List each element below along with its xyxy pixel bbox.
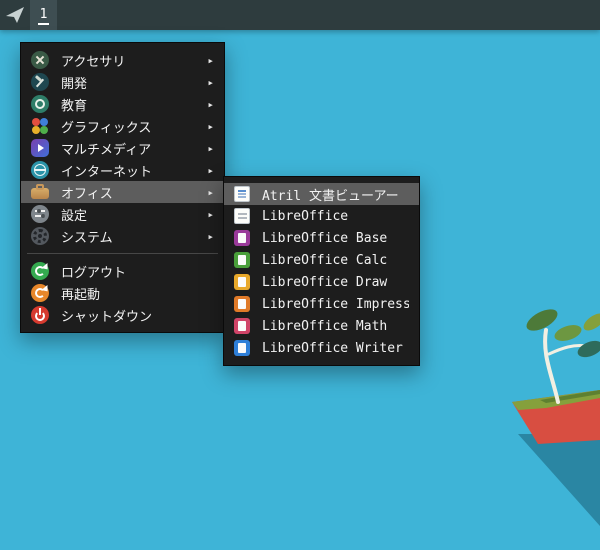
menu-item-development[interactable]: 開発 ▸: [21, 71, 224, 93]
reboot-icon: [31, 284, 49, 302]
submenu-arrow-icon: ▸: [207, 229, 214, 243]
menu-item-settings[interactable]: 設定 ▸: [21, 203, 224, 225]
development-icon: [31, 73, 49, 91]
menu-item-office[interactable]: オフィス ▸: [21, 181, 224, 203]
graphics-icon: [31, 117, 49, 135]
menu-item-label: 設定: [61, 208, 88, 224]
atril-document-viewer-icon: [234, 186, 250, 202]
submenu-item-libreoffice-writer[interactable]: LibreOffice Writer: [224, 337, 419, 359]
tree-trunk: [543, 328, 560, 404]
menu-item-label: 再起動: [61, 287, 101, 303]
menu-item-reboot[interactable]: 再起動: [21, 282, 224, 304]
settings-icon: [31, 205, 49, 223]
app-launcher-button[interactable]: [0, 0, 30, 30]
menu-item-logout[interactable]: ログアウト: [21, 260, 224, 282]
paper-plane-icon: [6, 7, 24, 23]
submenu-item-libreoffice-calc[interactable]: LibreOffice Calc: [224, 249, 419, 271]
menu-item-label: インターネット: [61, 164, 153, 180]
libreoffice-math-icon: [234, 318, 250, 334]
submenu-arrow-icon: ▸: [207, 163, 214, 177]
submenu-item-libreoffice-draw[interactable]: LibreOffice Draw: [224, 271, 419, 293]
submenu-item-label: LibreOffice Draw: [262, 274, 388, 290]
menu-item-label: マルチメディア: [61, 142, 152, 158]
tree-leaf: [577, 340, 600, 358]
island-grass-shade: [540, 390, 600, 403]
internet-icon: [31, 161, 49, 179]
menu-item-label: システム: [61, 230, 113, 246]
submenu-item-atril-document-viewer[interactable]: Atril 文書ビューアー: [224, 183, 419, 205]
menu-item-accessories[interactable]: アクセサリ ▸: [21, 49, 224, 71]
menu-item-system[interactable]: システム ▸: [21, 225, 224, 247]
office-submenu: Atril 文書ビューアー LibreOffice LibreOffice Ba…: [223, 176, 420, 366]
menu-item-label: オフィス: [61, 186, 113, 202]
menu-item-graphics[interactable]: グラフィックス ▸: [21, 115, 224, 137]
libreoffice-writer-icon: [234, 340, 250, 356]
workspace-1-button[interactable]: 1: [30, 0, 57, 30]
applications-menu: アクセサリ ▸ 開発 ▸ 教育 ▸ グラフィックス ▸ マルチメディア ▸ イン…: [20, 42, 225, 333]
submenu-arrow-icon: ▸: [207, 185, 214, 199]
submenu-item-label: LibreOffice Calc: [262, 252, 388, 268]
office-icon: [31, 183, 49, 201]
submenu-item-label: LibreOffice Impress: [262, 296, 409, 312]
menu-item-label: ログアウト: [61, 265, 127, 281]
submenu-arrow-icon: ▸: [207, 141, 214, 155]
libreoffice-impress-icon: [234, 296, 250, 312]
workspace-label: 1: [37, 6, 50, 25]
menu-separator: [27, 253, 218, 254]
island-grass: [512, 390, 600, 410]
menu-item-internet[interactable]: インターネット ▸: [21, 159, 224, 181]
island-shadow: [518, 434, 600, 526]
shutdown-icon: [31, 306, 49, 324]
menu-item-education[interactable]: 教育 ▸: [21, 93, 224, 115]
tree-leaf: [554, 325, 582, 341]
menu-item-label: グラフィックス: [61, 120, 152, 136]
submenu-item-label: LibreOffice Base: [262, 230, 388, 246]
menu-item-label: シャットダウン: [61, 309, 153, 325]
submenu-item-label: LibreOffice: [262, 208, 349, 224]
menu-item-label: 教育: [61, 98, 88, 114]
tree-leaf: [583, 313, 600, 331]
submenu-item-libreoffice-impress[interactable]: LibreOffice Impress: [224, 293, 419, 315]
submenu-arrow-icon: ▸: [207, 53, 214, 67]
tree-branch: [547, 344, 588, 356]
submenu-item-label: LibreOffice Math: [262, 318, 388, 334]
submenu-item-label: Atril 文書ビューアー: [262, 188, 399, 204]
tree-leaf: [526, 309, 558, 331]
submenu-arrow-icon: ▸: [207, 207, 214, 221]
submenu-arrow-icon: ▸: [207, 97, 214, 111]
libreoffice-base-icon: [234, 230, 250, 246]
submenu-item-libreoffice-base[interactable]: LibreOffice Base: [224, 227, 419, 249]
submenu-item-libreoffice-math[interactable]: LibreOffice Math: [224, 315, 419, 337]
submenu-arrow-icon: ▸: [207, 75, 214, 89]
menu-item-shutdown[interactable]: シャットダウン: [21, 304, 224, 326]
island-rock: [512, 390, 600, 444]
submenu-arrow-icon: ▸: [207, 119, 214, 133]
libreoffice-icon: [234, 208, 250, 224]
submenu-item-label: LibreOffice Writer: [262, 340, 403, 356]
libreoffice-draw-icon: [234, 274, 250, 290]
multimedia-icon: [31, 139, 49, 157]
system-icon: [31, 227, 49, 245]
logout-icon: [31, 262, 49, 280]
submenu-item-libreoffice[interactable]: LibreOffice: [224, 205, 419, 227]
libreoffice-calc-icon: [234, 252, 250, 268]
menu-item-label: アクセサリ: [61, 54, 126, 70]
menu-item-multimedia[interactable]: マルチメディア ▸: [21, 137, 224, 159]
taskbar: 1: [0, 0, 600, 30]
menu-item-label: 開発: [61, 76, 88, 92]
accessories-icon: [31, 51, 49, 69]
education-icon: [31, 95, 49, 113]
